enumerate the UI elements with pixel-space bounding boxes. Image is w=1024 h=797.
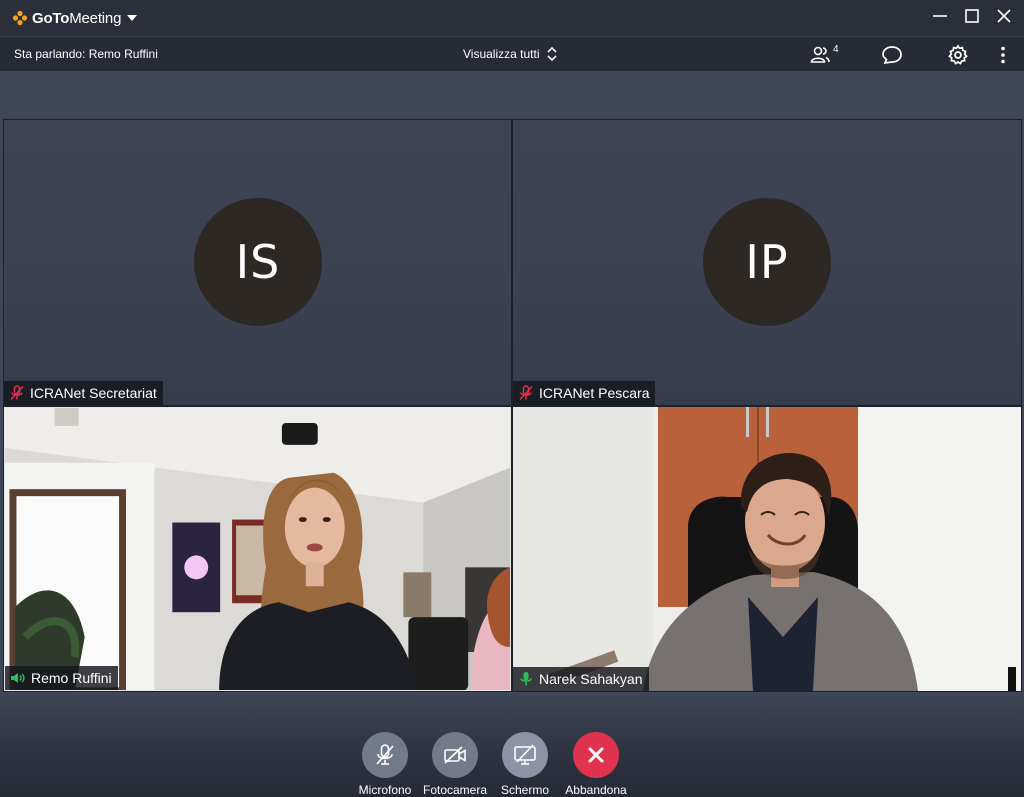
chevron-up-down-icon xyxy=(547,46,558,62)
settings-gear-icon[interactable] xyxy=(947,44,969,66)
mic-muted-icon xyxy=(10,385,24,401)
mic-muted-icon xyxy=(519,385,533,401)
avatar: IP xyxy=(703,198,831,326)
participant-tile-narek-sahakyan[interactable]: Narek Sahakyan xyxy=(513,407,1021,691)
screen-share-button[interactable] xyxy=(502,732,548,778)
participant-tile-icranet-secretariat[interactable]: IS ICRANet Secretariat xyxy=(4,120,511,405)
participant-tile-remo-ruffini[interactable]: Remo Ruffini xyxy=(4,407,511,691)
close-icon[interactable] xyxy=(996,8,1012,24)
camera-control[interactable]: Fotocamera xyxy=(420,732,490,797)
participant-name: Remo Ruffini xyxy=(31,670,112,686)
participant-name-tag: ICRANet Pescara xyxy=(513,381,656,405)
participants-count: 4 xyxy=(833,44,839,55)
video-grid: IS ICRANet Secretariat IP ICRANet Pescar… xyxy=(3,119,1022,692)
title-bar: GoToMeeting xyxy=(0,0,1024,36)
view-all-label: Visualizza tutti xyxy=(463,47,540,61)
leave-control[interactable]: Abbandona xyxy=(561,732,631,797)
leave-button[interactable] xyxy=(573,732,619,778)
avatar: IS xyxy=(194,198,322,326)
participant-name-tag: Remo Ruffini xyxy=(5,666,118,690)
more-options-icon[interactable] xyxy=(992,44,1014,66)
video-feed xyxy=(513,407,1021,691)
meeting-controls: Microfono Fotocamera Schermo Abbandona xyxy=(0,692,1024,797)
participant-name-tag: ICRANet Secretariat xyxy=(4,381,163,405)
view-all-selector[interactable]: Visualizza tutti xyxy=(463,46,558,62)
screen-share-control[interactable]: Schermo xyxy=(490,732,560,797)
speaker-audio-icon xyxy=(11,673,25,683)
screen-share-off-icon xyxy=(514,744,536,765)
microphone-label: Microfono xyxy=(358,783,412,797)
participant-name: Narek Sahakyan xyxy=(539,671,643,687)
camera-button[interactable] xyxy=(432,732,478,778)
participant-tile-icranet-pescara[interactable]: IP ICRANet Pescara xyxy=(513,120,1021,405)
app-logo[interactable]: GoToMeeting xyxy=(12,9,138,27)
microphone-button[interactable] xyxy=(362,732,408,778)
minimize-icon[interactable] xyxy=(932,8,948,24)
screen-share-label: Schermo xyxy=(500,783,550,797)
gotomeeting-flower-icon xyxy=(12,10,28,26)
leave-x-icon xyxy=(588,747,604,763)
participant-name-tag: Narek Sahakyan xyxy=(513,667,649,691)
app-title: GoToMeeting xyxy=(32,9,122,27)
mic-muted-icon xyxy=(376,744,394,765)
active-speaker-label: Sta parlando: Remo Ruffini xyxy=(14,47,158,61)
participant-name: ICRANet Pescara xyxy=(539,385,650,401)
camera-label: Fotocamera xyxy=(422,783,488,797)
maximize-icon[interactable] xyxy=(964,8,980,24)
participant-name: ICRANet Secretariat xyxy=(30,385,157,401)
microphone-control[interactable]: Microfono xyxy=(350,732,420,797)
mic-on-icon xyxy=(520,672,532,686)
video-feed xyxy=(5,408,510,690)
meeting-toolbar: Sta parlando: Remo Ruffini Visualizza tu… xyxy=(0,36,1024,71)
leave-label: Abbandona xyxy=(565,783,627,797)
camera-off-icon xyxy=(444,746,466,764)
app-menu-caret-icon[interactable] xyxy=(127,15,138,21)
participants-icon[interactable] xyxy=(809,44,831,66)
chat-icon[interactable] xyxy=(881,44,903,66)
